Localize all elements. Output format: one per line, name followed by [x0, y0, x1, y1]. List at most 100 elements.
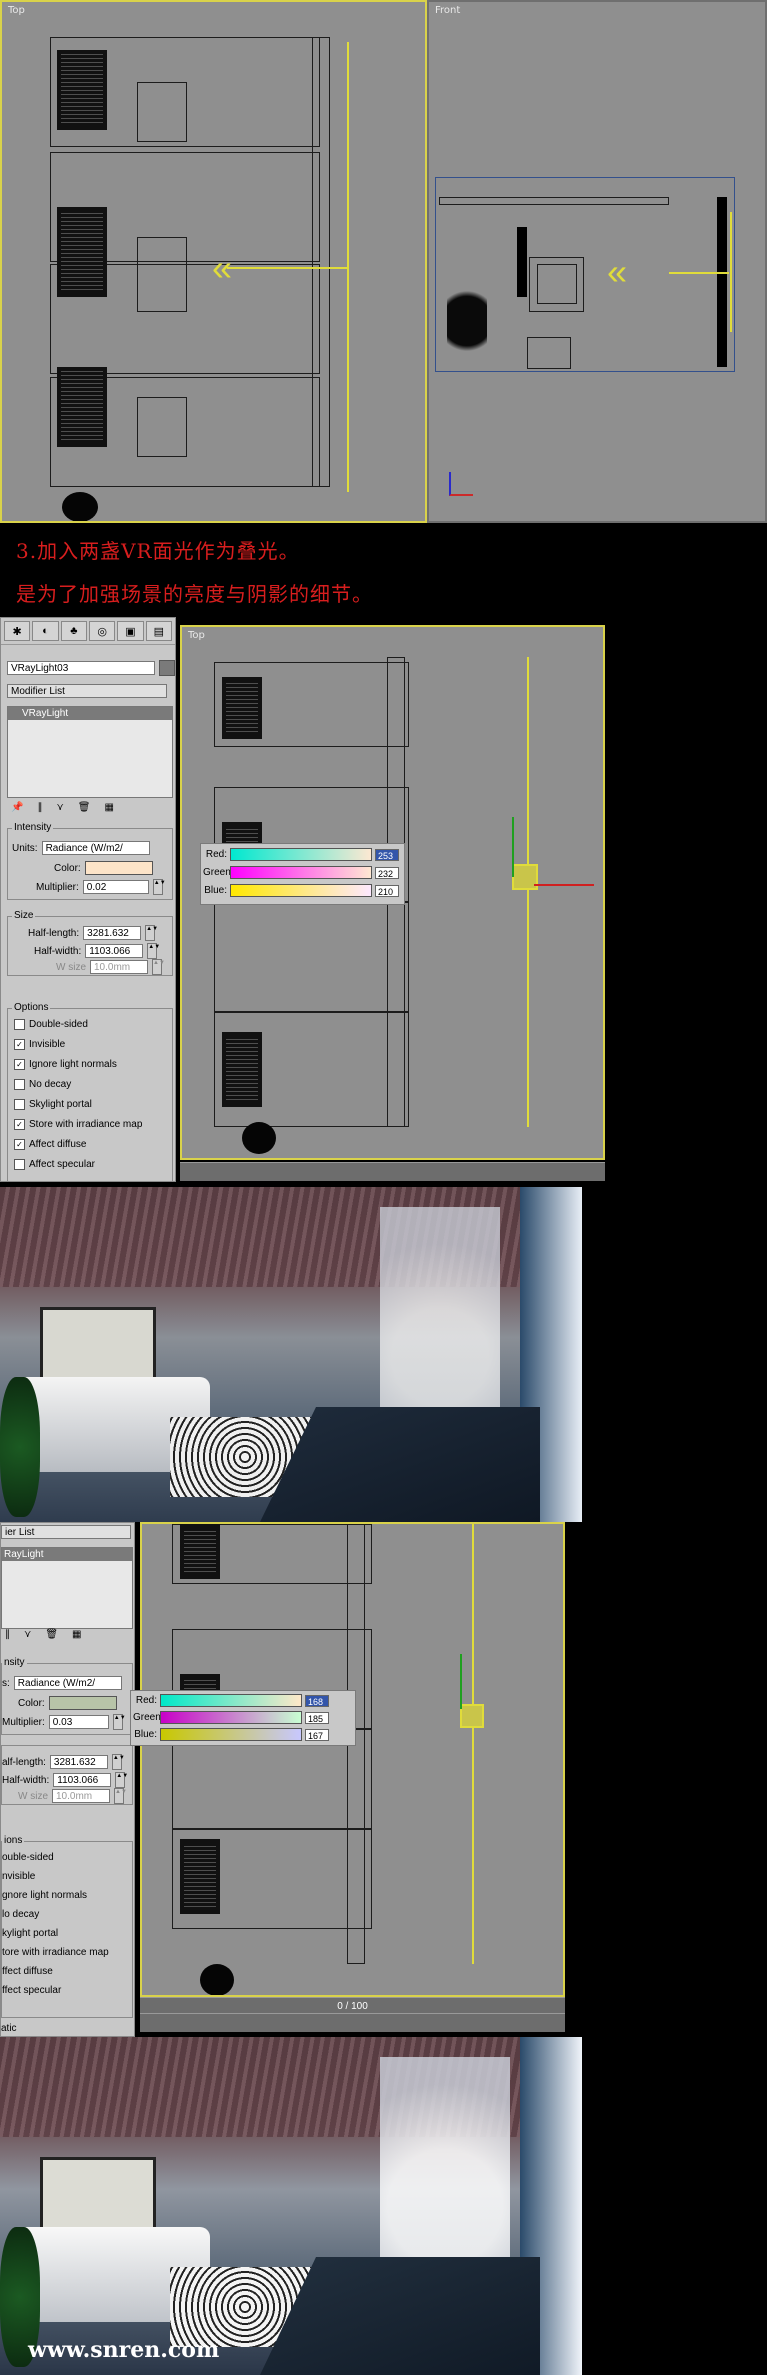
- make-unique-icon[interactable]: ⋎: [56, 802, 63, 813]
- affect-specular-checkbox[interactable]: [14, 1159, 25, 1170]
- viewport-label[interactable]: Front: [435, 5, 460, 16]
- motion-tab-icon[interactable]: ◎: [88, 621, 116, 641]
- object-name-field[interactable]: VRayLight03: [7, 661, 155, 675]
- viewport-label[interactable]: Top: [8, 5, 25, 16]
- skylight-portal-option[interactable]: kylight portal: [2, 1928, 58, 1939]
- w-size-field: 10.0mm: [90, 960, 148, 974]
- modifier-stack[interactable]: VRayLight: [7, 706, 173, 798]
- double-sided-option[interactable]: ouble-sided: [2, 1852, 54, 1863]
- panel-bottom-text: atic: [1, 2023, 17, 2034]
- render-image-2: www.snren.com: [0, 2037, 582, 2375]
- blue-value-field[interactable]: 167: [305, 1728, 329, 1741]
- show-end-result-icon[interactable]: ∥: [37, 802, 42, 813]
- red-slider[interactable]: [230, 848, 372, 861]
- show-end-result-icon[interactable]: ∥: [5, 1629, 10, 1640]
- remove-modifier-icon[interactable]: 🗑: [45, 1629, 58, 1640]
- plant-icon: [200, 1964, 234, 1995]
- red-slider[interactable]: [160, 1694, 302, 1707]
- light-gizmo[interactable]: [460, 1704, 484, 1728]
- timeline-track[interactable]: [140, 2013, 565, 2032]
- affect-diffuse-option[interactable]: ffect diffuse: [2, 1966, 53, 1977]
- invisible-checkbox[interactable]: ✓: [14, 1039, 25, 1050]
- configure-sets-icon[interactable]: ▦: [104, 802, 113, 813]
- plant-icon: [62, 492, 98, 521]
- w-size-field: 10.0mm: [52, 1789, 110, 1803]
- green-value-field[interactable]: 232: [375, 866, 399, 879]
- affect-diffuse-checkbox[interactable]: ✓: [14, 1139, 25, 1150]
- top-viewport-3[interactable]: [140, 1522, 565, 1997]
- color-picker[interactable]: Red: 253 Green: 232 Blue: 210: [200, 843, 405, 905]
- viewport-label[interactable]: Top: [188, 630, 205, 641]
- object-color-swatch[interactable]: [159, 660, 175, 676]
- multiplier-field[interactable]: 0.02: [82, 880, 149, 894]
- light-color-swatch[interactable]: [48, 1696, 117, 1710]
- command-panel: ✱ ◐ ♣ ◎ ▣ ▤ VRayLight03 Modifier List VR…: [0, 617, 176, 1182]
- configure-sets-icon[interactable]: ▦: [72, 1629, 81, 1640]
- render-image-1: [0, 1187, 582, 1522]
- ignore-normals-option[interactable]: gnore light normals: [2, 1890, 87, 1901]
- units-dropdown[interactable]: Radiance (W/m2/: [41, 841, 150, 855]
- ignore-normals-checkbox[interactable]: ✓: [14, 1059, 25, 1070]
- light-arrow-icon: «: [212, 247, 233, 288]
- multiplier-field[interactable]: 0.03: [48, 1715, 109, 1729]
- timeline-track[interactable]: [180, 1162, 605, 1181]
- modifier-list-dropdown[interactable]: Modifier List: [7, 684, 167, 698]
- invisible-option[interactable]: nvisible: [2, 1871, 35, 1882]
- hierarchy-tab-icon[interactable]: ♣: [60, 621, 87, 641]
- w-size-spinner: ▲▼: [114, 1788, 127, 1804]
- blue-slider[interactable]: [160, 1728, 302, 1741]
- front-viewport[interactable]: Front «: [427, 0, 767, 523]
- watermark: www.snren.com: [28, 2337, 220, 2363]
- remove-modifier-icon[interactable]: 🗑: [78, 802, 91, 813]
- green-value-field[interactable]: 185: [305, 1711, 329, 1724]
- display-tab-icon[interactable]: ▣: [117, 621, 144, 641]
- units-dropdown[interactable]: Radiance (W/m2/: [13, 1676, 122, 1690]
- skylight-portal-checkbox[interactable]: [14, 1099, 25, 1110]
- modifier-list-dropdown[interactable]: ier List: [1, 1525, 131, 1539]
- top-viewport[interactable]: Top «: [0, 0, 427, 523]
- green-slider[interactable]: [160, 1711, 302, 1724]
- stack-item[interactable]: VRayLight: [8, 707, 172, 720]
- timeline-slider[interactable]: 0 / 100: [140, 1997, 565, 2014]
- pin-stack-icon[interactable]: 📌: [11, 802, 23, 813]
- modifier-stack[interactable]: RayLight: [1, 1547, 133, 1629]
- plant-icon: [0, 1377, 40, 1517]
- no-decay-option[interactable]: lo decay: [2, 1909, 39, 1920]
- color-picker[interactable]: Red: 168 Green: 185 Blue: 167: [130, 1690, 356, 1746]
- plant-icon: [447, 287, 487, 372]
- light-gizmo[interactable]: [512, 864, 538, 890]
- half-width-field[interactable]: 1103.066: [85, 944, 144, 958]
- red-value-field[interactable]: 253: [375, 848, 399, 861]
- light-color-swatch[interactable]: [84, 861, 153, 875]
- half-length-spinner[interactable]: ▲▼: [145, 925, 158, 941]
- half-length-spinner[interactable]: ▲▼: [111, 1754, 125, 1770]
- w-size-spinner: ▲▼: [152, 959, 165, 975]
- half-length-field[interactable]: 3281.632: [83, 926, 142, 940]
- multiplier-spinner[interactable]: ▲▼: [112, 1714, 126, 1730]
- make-unique-icon[interactable]: ⋎: [24, 1629, 31, 1640]
- utilities-tab-icon[interactable]: ▤: [145, 621, 172, 641]
- red-value-field[interactable]: 168: [305, 1694, 329, 1707]
- store-irradiance-option[interactable]: tore with irradiance map: [2, 1947, 109, 1958]
- multiplier-spinner[interactable]: ▲▼: [152, 879, 166, 895]
- plant-icon: [242, 1122, 276, 1154]
- blue-value-field[interactable]: 210: [375, 884, 399, 897]
- stack-item[interactable]: RayLight: [2, 1548, 132, 1561]
- create-tab-icon[interactable]: ✱: [4, 621, 31, 641]
- blue-slider[interactable]: [230, 884, 372, 897]
- half-length-field[interactable]: 3281.632: [49, 1755, 108, 1769]
- caption-line-2: 是为了加强场景的亮度与阴影的细节。: [16, 582, 373, 606]
- half-width-spinner[interactable]: ▲▼: [115, 1772, 128, 1788]
- axis-gizmo-icon: [449, 472, 473, 496]
- timeline-frame-label: 0 / 100: [337, 2000, 368, 2012]
- green-slider[interactable]: [230, 866, 372, 879]
- caption-line-1: 3.加入两盏VR面光作为叠光。: [16, 539, 300, 563]
- half-width-field[interactable]: 1103.066: [53, 1773, 112, 1787]
- affect-specular-option[interactable]: ffect specular: [2, 1985, 61, 1996]
- store-irradiance-checkbox[interactable]: ✓: [14, 1119, 25, 1130]
- modify-tab-icon[interactable]: ◐: [32, 621, 59, 641]
- command-panel-2: ier List RayLight ∥ ⋎ 🗑 ▦ nsity s: Radia…: [0, 1522, 135, 2037]
- no-decay-checkbox[interactable]: [14, 1079, 25, 1090]
- double-sided-checkbox[interactable]: [14, 1019, 25, 1030]
- half-width-spinner[interactable]: ▲▼: [147, 943, 160, 959]
